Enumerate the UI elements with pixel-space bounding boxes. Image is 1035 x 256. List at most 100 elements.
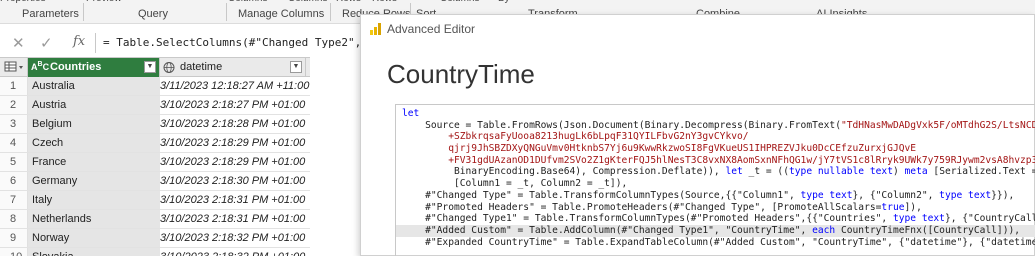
code-line[interactable]: qjrj9JhSBZDXyQNGuVmv0HtknbS7Yj6u9KwwRkzw…: [396, 143, 1035, 155]
code-keyword: meta: [904, 166, 928, 178]
code-token: ]),: [904, 201, 922, 213]
code-token: [Serialized.Text =: [927, 166, 1035, 178]
row-number[interactable]: 6: [0, 172, 28, 190]
code-token: #"Changed Type" = Table.TransformColumnT…: [402, 189, 801, 201]
cell-country[interactable]: Germany: [28, 172, 160, 190]
power-query-window: Properties Preview Columns Columns Rows Rows C…: [0, 0, 1035, 256]
code-token: _t = ((: [742, 166, 789, 178]
code-line[interactable]: BinaryEncoding.Base64), Compression.Defl…: [396, 166, 1035, 178]
cell-country[interactable]: Czech: [28, 134, 160, 152]
chevron-down-icon[interactable]: ▼: [290, 61, 302, 73]
cell-country[interactable]: Netherlands: [28, 210, 160, 228]
code-keyword: true: [881, 201, 905, 213]
row-number[interactable]: 3: [0, 115, 28, 133]
ribbon-button[interactable]: Columns: [440, 0, 479, 4]
code-line[interactable]: #"Promoted Headers" = Table.PromoteHeade…: [396, 202, 1035, 214]
table-row[interactable]: 3 Belgium 3/10/2023 2:18:28 PM +01:00: [0, 115, 310, 134]
row-number[interactable]: 9: [0, 229, 28, 247]
code-line[interactable]: +FV31gdUAzanOD1DUfvm2SVo2Z1gKterFQJ5hlNe…: [396, 155, 1035, 167]
ribbon-divider: [83, 3, 84, 21]
code-token: #"Expanded CountryTime" = Table.ExpandTa…: [402, 236, 1035, 248]
grid-header: ABC Countries ▼ datetime ▼: [0, 57, 310, 77]
code-line[interactable]: [Column1 = _t, Column2 = _t]),: [396, 178, 1035, 190]
cell-datetime[interactable]: 3/10/2023 2:18:31 PM +01:00: [160, 210, 306, 228]
table-row[interactable]: 8 Netherlands 3/10/2023 2:18:31 PM +01:00: [0, 210, 310, 229]
row-number[interactable]: 4: [0, 134, 28, 152]
table-row[interactable]: 4 Czech 3/10/2023 2:18:29 PM +01:00: [0, 134, 310, 153]
row-number[interactable]: 7: [0, 191, 28, 209]
datetime-zone-icon[interactable]: [163, 61, 177, 76]
cell-datetime[interactable]: 3/11/2023 12:18:27 AM +11:00: [160, 77, 309, 95]
row-number[interactable]: 8: [0, 210, 28, 228]
code-line[interactable]: #"Changed Type" = Table.TransformColumnT…: [396, 190, 1035, 202]
code-token: BinaryEncoding.Base64), Compression.Defl…: [402, 166, 726, 178]
ribbon-button[interactable]: By: [498, 0, 510, 4]
code-keyword: let: [725, 166, 743, 178]
cell-country[interactable]: Australia: [28, 77, 160, 95]
code-keyword: let: [402, 108, 420, 119]
code-token: }, {"CountryCall",: [944, 213, 1035, 225]
code-line[interactable]: let: [396, 108, 1035, 120]
column-header-countries[interactable]: ABC Countries ▼: [28, 58, 160, 77]
check-icon[interactable]: ✓: [40, 34, 53, 52]
cell-datetime[interactable]: 3/10/2023 2:18:29 PM +01:00: [160, 153, 306, 171]
row-number[interactable]: 10: [0, 248, 28, 256]
code-keyword: type text: [939, 189, 992, 201]
cell-country[interactable]: Norway: [28, 229, 160, 247]
cell-datetime[interactable]: 3/10/2023 2:18:32 PM +01:00: [160, 248, 306, 256]
table-row[interactable]: 9 Norway 3/10/2023 2:18:32 PM +01:00: [0, 229, 310, 248]
code-token: Source = Table.FromRows(Json.Document(Bi…: [402, 119, 841, 131]
cell-datetime[interactable]: 3/10/2023 2:18:27 PM +01:00: [160, 96, 306, 114]
cell-datetime[interactable]: 3/10/2023 2:18:32 PM +01:00: [160, 229, 306, 247]
code-token: }}),: [991, 189, 1015, 201]
power-bi-icon: [370, 23, 381, 35]
code-editor[interactable]: let Source = Table.FromRows(Json.Documen…: [395, 104, 1035, 256]
cell-datetime[interactable]: 3/10/2023 2:18:31 PM +01:00: [160, 191, 306, 209]
close-icon[interactable]: ✕: [12, 34, 25, 52]
ribbon-button[interactable]: Preview: [86, 0, 122, 4]
ribbon-button[interactable]: Rows: [372, 0, 397, 4]
ribbon-button[interactable]: Properties: [0, 0, 46, 4]
column-header-datetime[interactable]: datetime ▼: [160, 58, 306, 77]
table-row[interactable]: 5 France 3/10/2023 2:18:29 PM +01:00: [0, 153, 310, 172]
row-number[interactable]: 1: [0, 77, 28, 95]
dialog-titlebar[interactable]: Advanced Editor: [361, 15, 1035, 43]
cell-country[interactable]: Italy: [28, 191, 160, 209]
row-number[interactable]: 5: [0, 153, 28, 171]
cell-country[interactable]: Austria: [28, 96, 160, 114]
table-row[interactable]: 1 Australia 3/11/2023 12:18:27 AM +11:00: [0, 77, 310, 96]
fx-icon[interactable]: fx: [73, 34, 85, 49]
code-line[interactable]: #"Added Custom" = Table.AddColumn(#"Chan…: [396, 224, 1035, 237]
code-keyword: type text: [800, 189, 853, 201]
ribbon-button[interactable]: Columns: [228, 0, 267, 4]
code-token: }, {"Column2",: [852, 189, 940, 201]
code-keyword: type text: [892, 213, 945, 225]
code-line[interactable]: #"Changed Type1" = Table.TransformColumn…: [396, 213, 1035, 225]
table-row[interactable]: 2 Austria 3/10/2023 2:18:27 PM +01:00: [0, 96, 310, 115]
column-header-label: Countries: [50, 61, 102, 73]
advanced-editor-dialog: Advanced Editor CountryTime let Source =…: [360, 14, 1035, 256]
table-row[interactable]: 6 Germany 3/10/2023 2:18:30 PM +01:00: [0, 172, 310, 191]
code-text[interactable]: let Source = Table.FromRows(Json.Documen…: [396, 105, 1035, 248]
ribbon-group-manage-columns: Manage Columns: [238, 8, 325, 20]
row-number[interactable]: 2: [0, 96, 28, 114]
cell-datetime[interactable]: 3/10/2023 2:18:28 PM +01:00: [160, 115, 306, 133]
code-line[interactable]: +SZbkrqsaFyUooa8213hugLk6bLpqF31QYILFbvG…: [396, 131, 1035, 143]
ribbon-button[interactable]: Rows: [336, 0, 361, 4]
code-keyword: each: [812, 224, 836, 236]
table-row[interactable]: 7 Italy 3/10/2023 2:18:31 PM +01:00: [0, 191, 310, 210]
code-token: [Column1 = _t, Column2 = _t]),: [402, 178, 628, 190]
table-row[interactable]: 10Slovakia3/10/2023 2:18:32 PM +01:00: [0, 248, 310, 256]
cell-country[interactable]: Belgium: [28, 115, 160, 133]
code-line[interactable]: #"Expanded CountryTime" = Table.ExpandTa…: [396, 237, 1035, 249]
cell-datetime[interactable]: 3/10/2023 2:18:30 PM +01:00: [160, 172, 306, 190]
text-type-icon[interactable]: ABC: [31, 61, 49, 72]
ribbon-button[interactable]: Columns: [288, 0, 327, 4]
cell-country[interactable]: Slovakia: [28, 248, 160, 256]
chevron-down-icon[interactable]: ▼: [144, 61, 156, 73]
table-menu-button[interactable]: [0, 58, 28, 77]
code-string: +SZbkrqsaFyUooa8213hugLk6bLpqF31QYILFbvG…: [402, 131, 749, 143]
code-line[interactable]: Source = Table.FromRows(Json.Document(Bi…: [396, 120, 1035, 132]
cell-country[interactable]: France: [28, 153, 160, 171]
cell-datetime[interactable]: 3/10/2023 2:18:29 PM +01:00: [160, 134, 306, 152]
